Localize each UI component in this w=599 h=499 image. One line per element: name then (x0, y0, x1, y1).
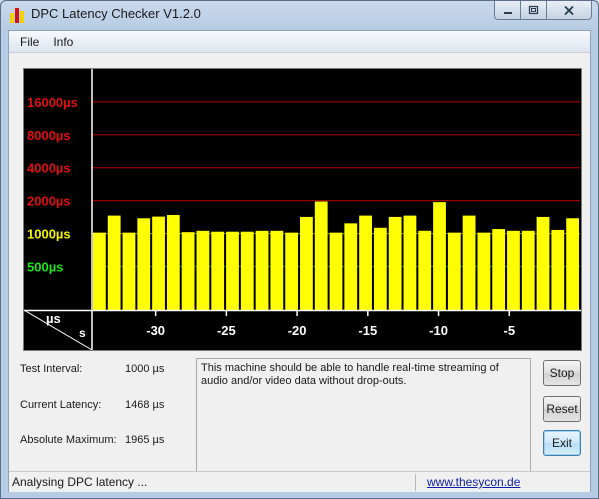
latency-bar (388, 216, 402, 310)
latency-bar (285, 232, 299, 310)
latency-bar (137, 218, 151, 310)
window-controls (494, 1, 592, 20)
y-tick-label: 4000µs (27, 161, 71, 176)
latency-bar (240, 231, 254, 310)
x-tick-label: -10 (429, 323, 448, 338)
menu-file[interactable]: File (13, 35, 46, 49)
latency-bar (107, 215, 121, 310)
latency-bar (93, 232, 106, 310)
latency-bar (211, 231, 225, 310)
website-link[interactable]: www.thesycon.de (427, 475, 520, 489)
latency-bar (566, 218, 579, 310)
absolute-maximum-value: 1965 µs (125, 434, 165, 446)
latency-bar (536, 216, 550, 310)
latency-bar (551, 229, 565, 310)
app-bars-icon (9, 7, 25, 23)
menu-info[interactable]: Info (46, 35, 80, 49)
latency-chart: 16000µs 8000µs 4000µs 2000µs 1000µs 500µs µs s -… (23, 68, 582, 351)
x-tick-label: -25 (217, 323, 236, 338)
latency-bar (462, 215, 476, 310)
latency-bar (433, 202, 446, 310)
y-tick-label: 1000µs (27, 227, 71, 242)
x-tick-label: -5 (503, 323, 515, 338)
x-tick-label: -20 (288, 323, 307, 338)
latency-bar (521, 230, 535, 310)
current-latency-label: Current Latency: (20, 399, 102, 411)
menu-bar: File Info (9, 31, 590, 53)
y-unit-label: µs (46, 311, 61, 326)
latency-bar (507, 230, 520, 310)
latency-bar (447, 232, 461, 310)
latency-bar (196, 230, 210, 310)
close-button[interactable] (547, 1, 592, 20)
x-unit-label: s (79, 326, 86, 340)
latency-chart-svg: 16000µs 8000µs 4000µs 2000µs 1000µs 500µs µs s -… (24, 69, 581, 350)
test-interval-value: 1000 µs (125, 363, 165, 375)
test-interval-label: Test Interval: (20, 363, 83, 375)
y-tick-label: 500µs (27, 259, 63, 274)
reset-button[interactable]: Reset (543, 396, 581, 422)
current-latency-value: 1468 µs (125, 399, 165, 411)
latency-bar (270, 230, 284, 310)
status-divider (415, 474, 416, 491)
y-tick-label: 8000µs (27, 128, 71, 143)
latency-bar (300, 216, 313, 310)
absolute-maximum-label: Absolute Maximum: (20, 434, 117, 446)
x-tick-label: -30 (146, 323, 165, 338)
exit-button[interactable]: Exit (543, 430, 581, 456)
x-tick-label: -15 (358, 323, 377, 338)
maximize-button[interactable] (521, 1, 547, 20)
close-icon (564, 5, 574, 15)
latency-bar (329, 232, 343, 310)
latency-bar (166, 214, 180, 310)
latency-bar (344, 223, 358, 310)
minimize-button[interactable] (494, 1, 521, 20)
latency-bar (255, 230, 269, 310)
window-title: DPC Latency Checker V1.2.0 (31, 6, 201, 21)
minimize-icon (503, 12, 512, 14)
stop-button[interactable]: Stop (543, 360, 581, 386)
title-bar[interactable]: DPC Latency Checker V1.2.0 (1, 1, 598, 29)
latency-bar (418, 230, 432, 310)
latency-bar (373, 227, 387, 310)
latency-bar (492, 229, 506, 310)
latency-bar (226, 231, 239, 310)
client-area: File Info 16000µs 8000µs 4000µs 2000µs 1000µ… (8, 30, 591, 492)
latency-bar (122, 232, 136, 310)
latency-bar (403, 215, 417, 310)
latency-bar (181, 232, 195, 310)
maximize-icon (528, 5, 539, 15)
latency-bar (152, 216, 165, 310)
y-tick-label: 2000µs (27, 194, 71, 209)
status-text: Analysing DPC latency ... (12, 475, 148, 489)
app-window: DPC Latency Checker V1.2.0 File Info 160… (0, 0, 599, 499)
latency-bar (314, 201, 328, 310)
status-message: This machine should be able to handle re… (196, 358, 531, 485)
latency-bar (359, 215, 372, 310)
status-bar: Analysing DPC latency ... www.thesycon.d… (9, 471, 590, 492)
latency-bar (477, 232, 491, 310)
y-tick-label: 16000µs (27, 95, 78, 110)
